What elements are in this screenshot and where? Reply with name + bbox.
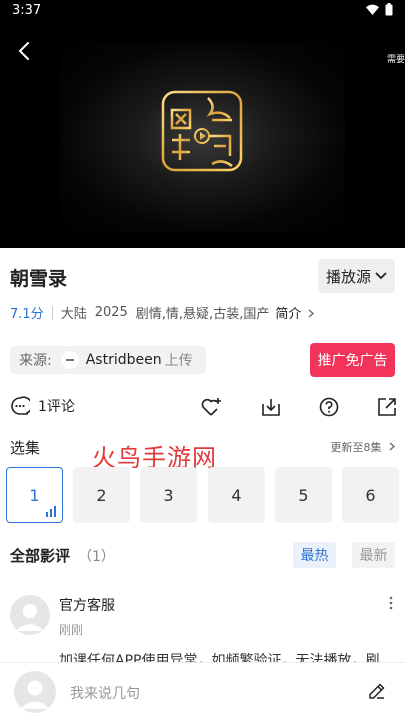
tab-hottest[interactable]: 最热 — [293, 542, 336, 568]
avatar[interactable] — [10, 595, 50, 635]
episodes-title: 选集 — [10, 439, 41, 457]
comment-action[interactable]: 1评论 — [10, 396, 75, 416]
video-player[interactable]: 需要 — [0, 22, 405, 248]
region: 大陆 — [60, 307, 87, 322]
status-icons — [366, 3, 393, 16]
comment-count: 1评论 — [38, 399, 75, 415]
play-source-dropdown[interactable]: 播放源 — [318, 259, 395, 293]
reviews-title-label: 全部影评 — [10, 547, 71, 565]
genres: 剧情,情,悬疑,古装,国产 — [135, 307, 270, 322]
episode-number: 4 — [231, 485, 242, 505]
chevron-right-icon — [309, 309, 315, 318]
episodes-update-link[interactable]: 更新至8集 — [331, 439, 396, 455]
download-icon[interactable] — [260, 396, 282, 418]
play-source-label: 播放源 — [325, 267, 371, 286]
remove-ads-button[interactable]: 推广免广告 — [310, 343, 395, 377]
show-meta: 7.1分 大陆 2025 剧情,情,悬疑,古装,国产 简介 — [10, 303, 315, 322]
user-avatar-icon — [16, 604, 44, 631]
upload-suffix: 上传 — [164, 353, 193, 369]
episode-number: 2 — [96, 485, 107, 505]
share-icon[interactable] — [376, 396, 398, 418]
episode-button-1[interactable]: 1 — [6, 467, 63, 523]
help-icon[interactable] — [318, 396, 340, 418]
update-info-label: 更新至8集 — [330, 441, 382, 454]
review-username[interactable]: 官方客服 — [59, 595, 115, 615]
back-arrow-icon[interactable] — [14, 40, 36, 62]
comment-icon — [11, 396, 30, 415]
edit-pencil-icon[interactable] — [367, 681, 387, 701]
reviews-title: 全部影评 （1） — [10, 545, 115, 566]
episode-button-5[interactable]: 5 — [275, 467, 332, 523]
status-bar: 3:37 — [0, 0, 405, 22]
episode-number: 6 — [365, 485, 376, 505]
favorite-add-icon[interactable] — [200, 396, 222, 418]
source-label: 来源: — [19, 353, 52, 369]
battery-icon — [385, 3, 393, 16]
episode-number: 1 — [29, 485, 40, 505]
channel-logo-icon — [161, 90, 243, 172]
comment-bar: 我来说几句 — [0, 662, 405, 720]
action-row: 1评论 — [0, 394, 405, 422]
reviews-count: （1） — [78, 549, 115, 565]
comment-input[interactable]: 我来说几句 — [70, 683, 140, 703]
more-vertical-icon[interactable] — [387, 595, 395, 611]
divider — [51, 305, 53, 320]
year: 2025 — [94, 305, 128, 320]
source-info[interactable]: 来源: Astridbeen 上传 — [10, 346, 206, 374]
review-time: 刚刚 — [59, 623, 84, 637]
playing-bars-icon — [46, 506, 56, 517]
wifi-icon — [366, 4, 379, 15]
episode-number: 5 — [298, 485, 309, 505]
intro-link[interactable]: 简介 — [275, 303, 315, 322]
chevron-down-icon — [375, 272, 387, 280]
corner-label: 需要 — [386, 55, 405, 65]
uploader-avatar — [59, 350, 80, 370]
episode-button-6[interactable]: 6 — [342, 467, 399, 523]
episode-button-4[interactable]: 4 — [208, 467, 265, 523]
avatar — [14, 671, 56, 713]
user-avatar-icon — [20, 680, 50, 709]
tab-newest[interactable]: 最新 — [352, 542, 395, 568]
chevron-right-icon — [389, 442, 395, 451]
show-title: 朝雪录 — [10, 268, 68, 290]
episode-button-3[interactable]: 3 — [140, 467, 197, 523]
episode-number: 3 — [163, 485, 174, 505]
episode-button-2[interactable]: 2 — [73, 467, 130, 523]
status-time: 3:37 — [12, 3, 42, 18]
uploader-name: Astridbeen — [85, 352, 162, 368]
score: 7.1分 — [10, 307, 44, 322]
uploader-avatar-icon — [65, 359, 74, 361]
intro-label: 简介 — [275, 307, 302, 322]
